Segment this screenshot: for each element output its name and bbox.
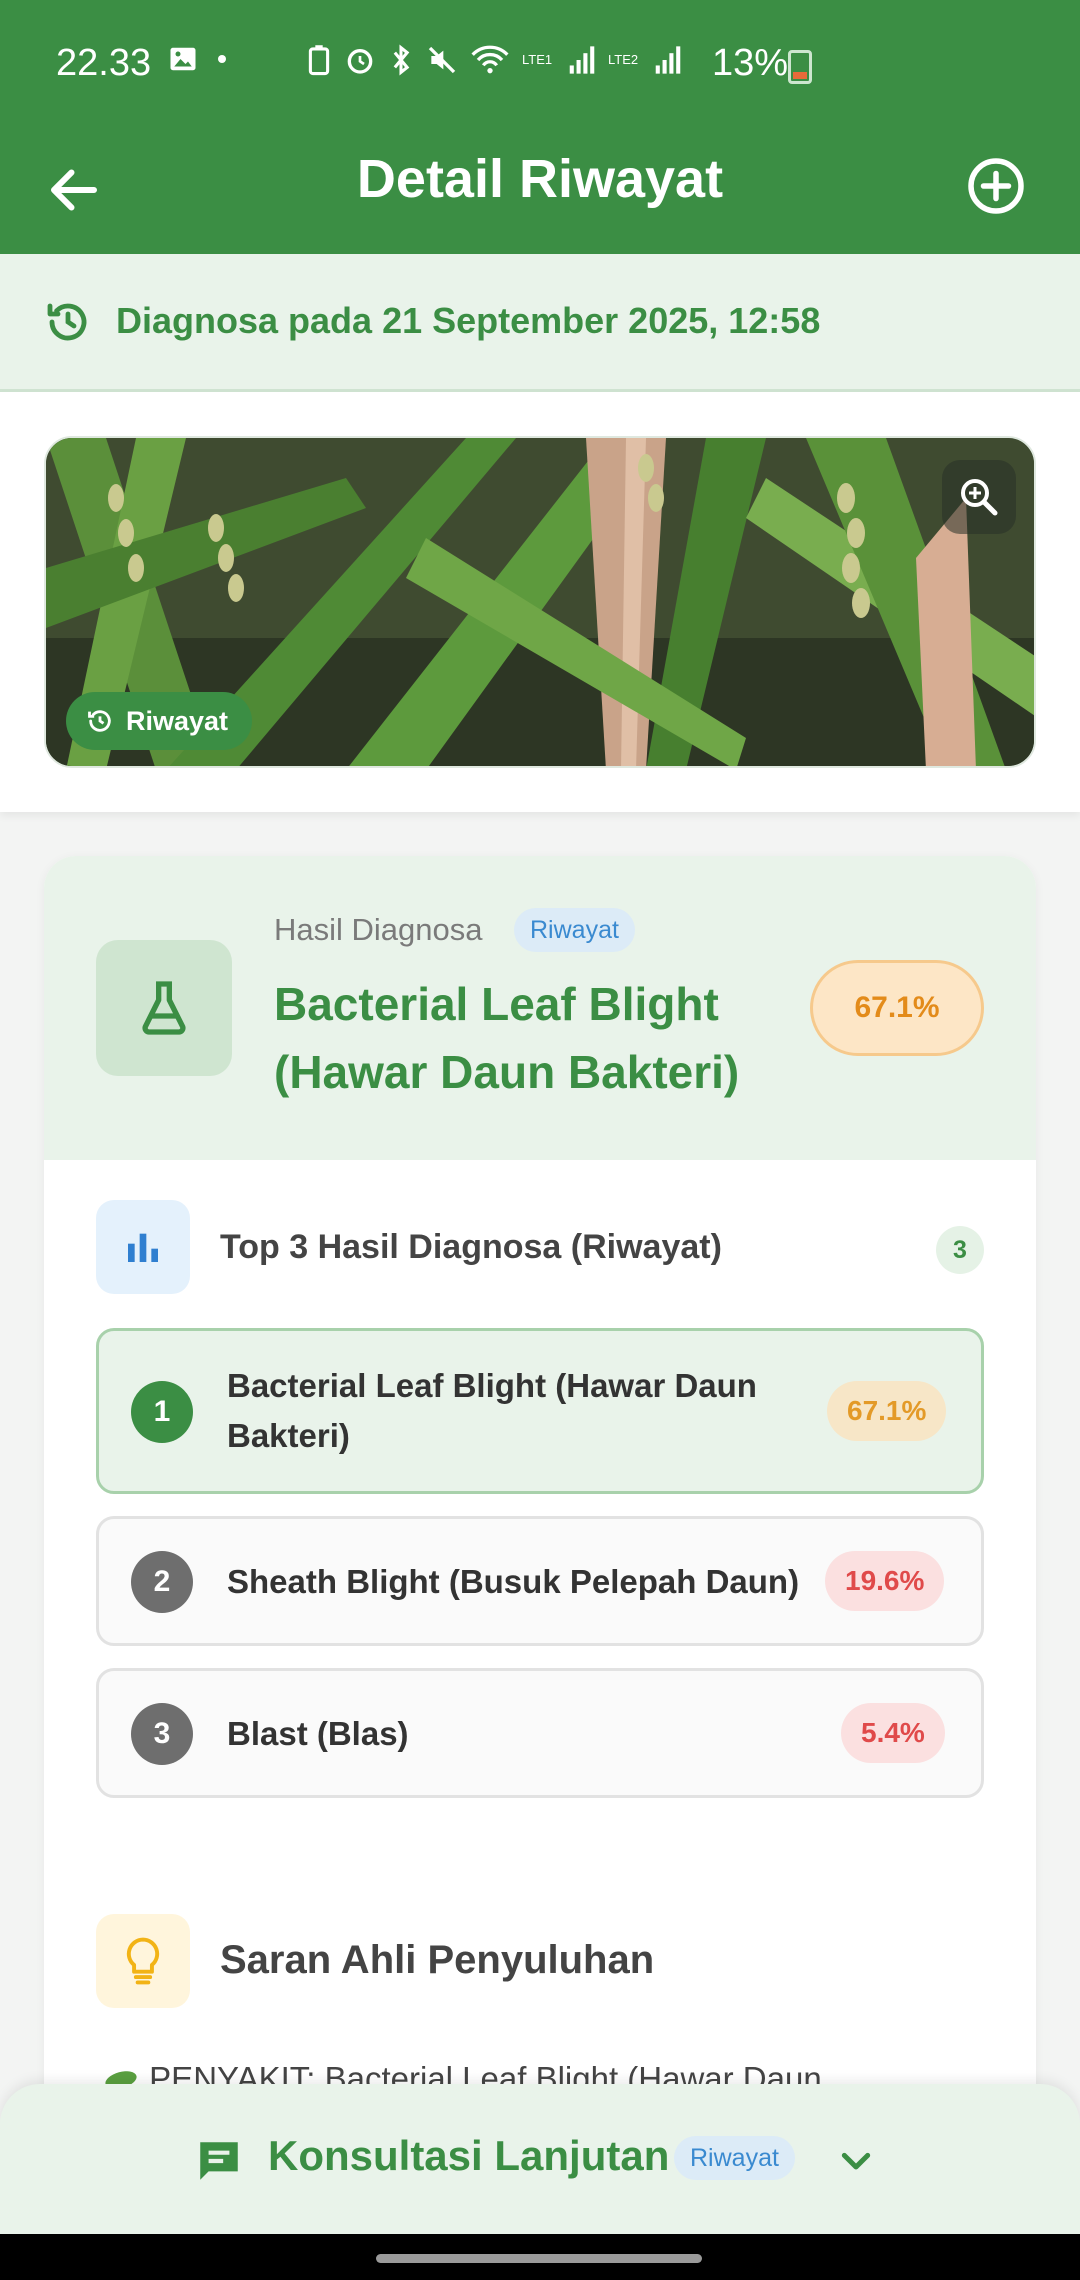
rank-percent: 67.1% <box>827 1381 947 1441</box>
signal-icon-1 <box>569 46 595 74</box>
top3-item-2[interactable]: 2 Sheath Blight (Busuk Pelepah Daun) 19.… <box>96 1516 984 1646</box>
status-time: 22.33 <box>56 42 152 84</box>
alarm-icon <box>347 49 373 74</box>
consultation-bar[interactable]: Konsultasi Lanjutan Riwayat <box>0 2084 1080 2234</box>
image-card: Riwayat <box>0 392 1080 812</box>
history-small-icon <box>88 710 111 732</box>
result-source-chip: Riwayat <box>514 908 635 952</box>
confidence-badge: 67.1% <box>810 960 984 1056</box>
chat-icon <box>200 2142 238 2180</box>
consultation-label: Konsultasi Lanjutan <box>268 2132 670 2179</box>
diagnosis-photo[interactable]: Riwayat <box>44 436 1036 768</box>
result-header: Hasil Diagnosa Riwayat Bacterial Leaf Bl… <box>44 856 1036 1160</box>
consultation-source-chip: Riwayat <box>674 2136 795 2180</box>
rank-number: 3 <box>131 1703 193 1765</box>
lte2-label: LTE2 <box>608 52 639 67</box>
dot-icon <box>218 55 226 63</box>
top3-item-3[interactable]: 3 Blast (Blas) 5.4% <box>96 1668 984 1798</box>
photo-badge-label: Riwayat <box>126 706 229 736</box>
recycle-icon <box>308 45 330 76</box>
rank-number: 2 <box>131 1551 193 1613</box>
bluetooth-icon <box>393 44 410 76</box>
rank-disease-name: Sheath Blight (Busuk Pelepah Daun) <box>227 1563 800 1600</box>
wifi-icon <box>471 45 509 74</box>
status-bar: 22.33 LTE1 LTE2 13% <box>0 0 1080 130</box>
signal-icon-2 <box>655 46 681 74</box>
lightbulb-icon <box>126 1937 160 1985</box>
top3-item-1[interactable]: 1 Bacterial Leaf Blight (Hawar Daun Bakt… <box>96 1328 984 1494</box>
gallery-icon <box>170 47 196 71</box>
battery-percent: 13% <box>712 42 789 84</box>
diagnosis-date: Diagnosa pada 21 September 2025, 12:58 <box>116 300 821 341</box>
chart-icon-box <box>96 1200 190 1294</box>
rank-disease-name: Bacterial Leaf Blight (Hawar Daun Bakter… <box>227 1361 757 1461</box>
page-title: Detail Riwayat <box>356 149 724 209</box>
status-right-icons: LTE1 LTE2 <box>306 44 682 76</box>
add-circle-icon[interactable] <box>966 156 1026 216</box>
status-left-icons <box>168 44 226 74</box>
lightbulb-icon-box <box>96 1914 190 2008</box>
rank-percent: 5.4% <box>841 1703 945 1763</box>
zoom-in-icon <box>961 479 998 516</box>
rank-name-line1: Bacterial Leaf Blight (Hawar Daun <box>227 1367 757 1404</box>
flask-icon-box <box>96 940 232 1076</box>
diagnosis-date-banner: Diagnosa pada 21 September 2025, 12:58 <box>0 254 1080 392</box>
result-card: Hasil Diagnosa Riwayat Bacterial Leaf Bl… <box>44 856 1036 2280</box>
result-label: Hasil Diagnosa <box>274 912 483 947</box>
photo-source-badge: Riwayat <box>66 692 253 750</box>
expert-advice-title: Saran Ahli Penyuluhan <box>220 1938 655 1982</box>
diagnosed-disease: Bacterial Leaf Blight (Hawar Daun Bakter… <box>274 978 740 1098</box>
rank-percent: 19.6% <box>825 1551 945 1611</box>
top3-title: Top 3 Hasil Diagnosa (Riwayat) <box>220 1228 722 1266</box>
home-gesture-handle[interactable] <box>376 2254 702 2263</box>
system-nav-bar <box>0 2234 1080 2280</box>
top3-count-badge: 3 <box>936 1226 984 1274</box>
history-icon <box>47 303 87 341</box>
chevron-down-icon[interactable] <box>836 2142 876 2182</box>
rank-disease-name: Blast (Blas) <box>227 1715 409 1752</box>
zoom-button[interactable] <box>942 460 1016 534</box>
battery-icon <box>788 50 812 84</box>
bar-chart-icon <box>128 1233 158 1262</box>
rank-number: 1 <box>131 1381 193 1443</box>
rank-name-line2: Bakteri) <box>227 1417 350 1454</box>
app-bar: Detail Riwayat <box>0 130 1080 254</box>
mute-icon <box>428 46 456 74</box>
flask-icon <box>142 981 186 1035</box>
lte1-label: LTE1 <box>522 52 553 67</box>
